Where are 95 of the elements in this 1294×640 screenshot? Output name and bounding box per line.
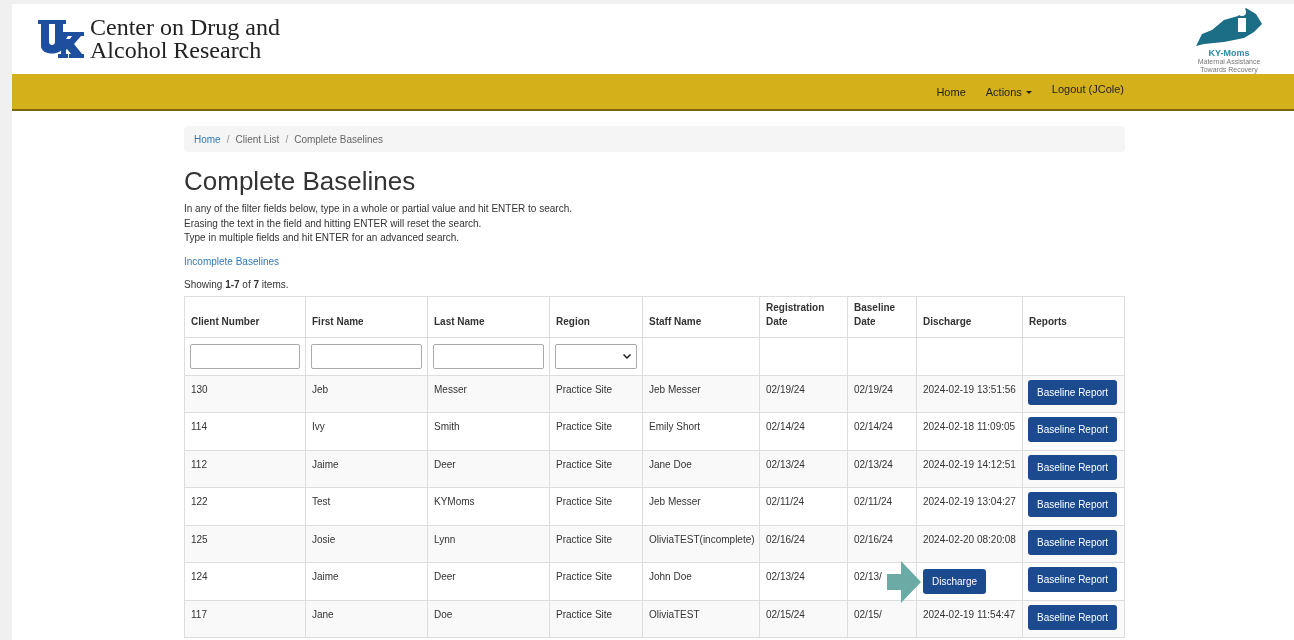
table-cell: OliviaTEST (642, 600, 760, 638)
discharge-timestamp: 2024-02-19 13:51:56 (923, 383, 1016, 395)
discharge-timestamp: 2024-02-19 11:54:47 (923, 608, 1016, 620)
breadcrumb-item: Complete Baselines (294, 132, 384, 147)
table-cell: Smith (427, 412, 550, 450)
table-cell: 02/13/24 (847, 450, 917, 488)
table-cell: 02/19/24 (759, 375, 848, 413)
baseline-report-button[interactable]: Baseline Report (1028, 529, 1118, 555)
table-cell: 02/15/ (847, 600, 917, 638)
table-cell: 02/16/24 (847, 525, 917, 563)
logo-text: Center on Drug and (90, 16, 280, 39)
nav-link[interactable]: Logout (JCole) (1051, 81, 1124, 98)
filter-dropdown[interactable] (555, 343, 637, 369)
table-cell: 112 (184, 450, 306, 488)
discharge-timestamp: 2024-02-19 14:12:51 (923, 458, 1016, 470)
column-header: Reports (1022, 296, 1125, 337)
filter-field[interactable] (311, 343, 422, 369)
table-cell: Jeb Messer (642, 487, 760, 525)
table-cell: Jane Doe (642, 450, 760, 488)
baseline-report-button[interactable]: Baseline Report (1028, 604, 1118, 630)
table-cell: 02/11/24 (847, 487, 917, 525)
baseline-report-button[interactable]: Baseline Report (1028, 454, 1118, 480)
table-cell: 02/16/24 (759, 525, 848, 563)
column-header: Last Name (427, 296, 550, 337)
table-cell: Practice Site (549, 412, 643, 450)
table-cell: 02/15/24 (759, 600, 848, 638)
table-cell: Messer (427, 375, 550, 413)
table-cell: Practice Site (549, 600, 643, 638)
breadcrumb-item: Client List (235, 132, 280, 147)
table-cell: Test (305, 487, 428, 525)
table-cell: 122 (184, 487, 306, 525)
filter-field[interactable] (433, 343, 544, 369)
instruction-text: Type in multiple fields and hit ENTER for an advanced search. (184, 231, 461, 245)
table-cell: Emily Short (642, 412, 760, 450)
column-header: Staff Name (642, 296, 760, 337)
logo-text: Alcohol Research (90, 39, 263, 62)
table-cell: Deer (427, 562, 550, 600)
table-cell: John Doe (642, 562, 760, 600)
table-cell: 02/11/24 (759, 487, 848, 525)
table-cell: Jaime (305, 450, 428, 488)
discharge-timestamp: 2024-02-19 13:04:27 (923, 496, 1016, 507)
table-cell: Deer (427, 450, 550, 488)
table-cell: Jeb (305, 375, 428, 413)
baseline-report-button[interactable]: Baseline Report (1028, 379, 1118, 405)
table-cell: 114 (184, 412, 306, 450)
baseline-report-button[interactable]: Baseline Report (1028, 492, 1118, 517)
column-header: First Name (305, 296, 428, 337)
incomplete-baselines-link[interactable]: Incomplete Baselines (184, 253, 1125, 269)
column-header: Baseline Date (847, 296, 917, 337)
breadcrumb-link[interactable]: Home (194, 131, 221, 147)
table-cell: 02/19/24 (847, 375, 917, 413)
table-cell: Practice Site (549, 487, 643, 525)
uk-logo-icon (36, 18, 84, 60)
table-cell: 02/13/24 (759, 450, 848, 488)
table-cell: Practice Site (549, 450, 643, 488)
actions-menu[interactable]: Actions (985, 84, 1032, 101)
table-cell: Jaime (305, 562, 428, 600)
table-cell: Lynn (427, 525, 550, 563)
discharge-button[interactable]: Discharge (923, 569, 987, 594)
table-cell: Jeb Messer (642, 375, 760, 413)
table-cell: Practice Site (549, 375, 643, 413)
instruction-text: In any of the filter fields below, type in a whole or partial value and hit ENTER to search. (184, 202, 573, 216)
table-cell: OliviaTEST(incomplete) (642, 525, 760, 563)
page-title: Complete Baselines (184, 166, 417, 196)
items-summary: Showing 1-7 of 7 items. (184, 277, 290, 292)
table-cell: Jane (305, 600, 428, 638)
column-header: Registration Date (759, 296, 848, 337)
table-cell: Doe (427, 600, 550, 638)
baseline-report-button[interactable]: Baseline Report (1028, 417, 1118, 442)
table-cell: 117 (184, 600, 306, 638)
table-cell: 02/13/24 (759, 562, 848, 600)
table-cell: Practice Site (549, 525, 643, 563)
table-cell: Josie (305, 525, 428, 563)
chevron-icon (623, 353, 631, 359)
table-cell: 02/14/24 (759, 412, 848, 450)
column-header: Discharge (916, 296, 1023, 337)
table-cell: KYMoms (427, 487, 550, 525)
table-cell: Ivy (305, 412, 428, 450)
discharge-timestamp: 2024-02-20 08:20:08 (923, 533, 1016, 545)
baseline-report-button[interactable]: Baseline Report (1028, 567, 1118, 592)
column-header: Region (549, 296, 643, 337)
caret-icon (1025, 90, 1032, 95)
nav-link[interactable]: Home (936, 84, 966, 101)
discharge-timestamp: 2024-02-18 11:09:05 (923, 421, 1016, 432)
table-cell: 124 (184, 562, 306, 600)
table-cell: Practice Site (549, 562, 643, 600)
table-cell: 02/14/24 (847, 412, 917, 450)
filter-field[interactable] (190, 343, 300, 369)
column-header: Client Number (184, 296, 306, 337)
breadcrumb-separator: / (285, 132, 289, 147)
table-cell: 130 (184, 375, 306, 413)
instruction-text: Erasing the text in the field and hitting ENTER will reset the search. (184, 216, 483, 231)
breadcrumb-separator: / (226, 132, 230, 147)
partner-logo-title: KY-Moms (1208, 48, 1250, 58)
table-cell: 125 (184, 525, 306, 563)
